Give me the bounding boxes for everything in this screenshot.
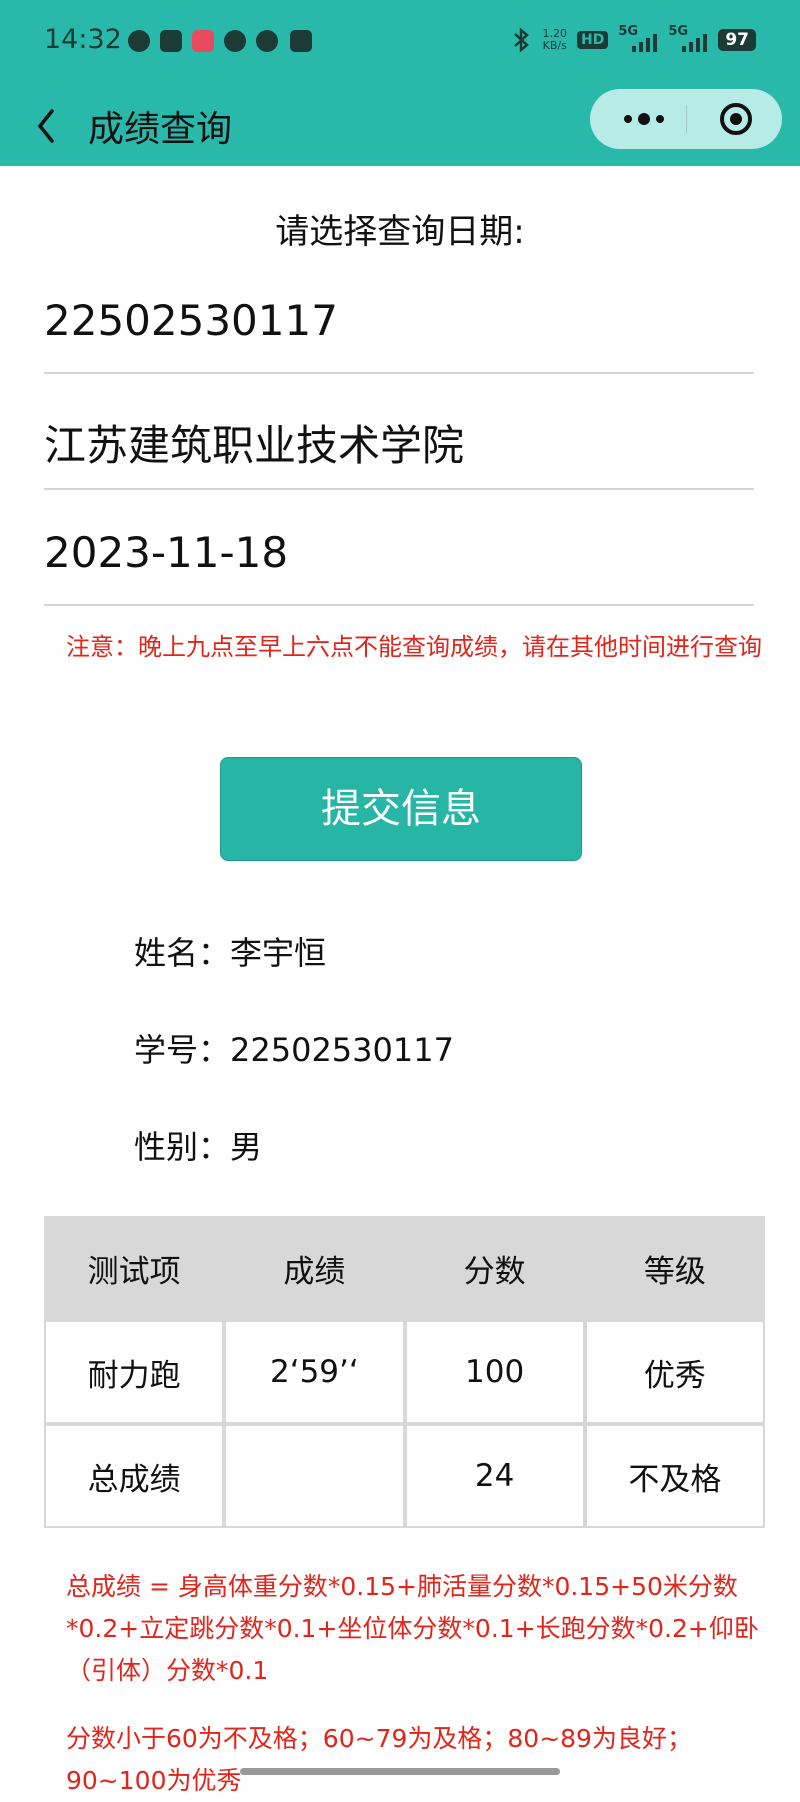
notification-app-icon	[192, 30, 214, 52]
column-header: 等级	[584, 1216, 765, 1320]
table-cell: 总成绩	[44, 1424, 225, 1528]
date-value: 2023-11-18	[44, 528, 289, 577]
signal-sim1-icon: 5G	[618, 24, 658, 54]
nav-bar: 成绩查询	[0, 86, 800, 166]
page-title: 成绩查询	[88, 109, 233, 150]
status-right-group: 1.20 KB/s HD 5G 5G 97	[512, 24, 756, 54]
query-time-notice: 注意：晚上九点至早上六点不能查询成绩，请在其他时间进行查询	[66, 633, 762, 661]
status-bar: 14:32 1.20 KB/s HD 5G 5G 97	[0, 0, 800, 86]
notification-app-icon	[160, 30, 182, 52]
student-id: 学号：22502530117	[134, 1031, 454, 1069]
table-header-row: 测试项 成绩 分数 等级	[44, 1216, 765, 1320]
network-speed-unit: KB/s	[542, 39, 567, 52]
student-id-value: 22502530117	[44, 296, 338, 345]
bluetooth-icon	[514, 27, 530, 53]
signal-sim2-icon: 5G	[668, 24, 708, 54]
date-prompt: 请选择查询日期:	[275, 212, 525, 252]
table-cell: 优秀	[584, 1320, 765, 1424]
miniapp-capsule	[590, 89, 782, 149]
hd-badge: HD	[576, 31, 609, 49]
school-field[interactable]: 江苏建筑职业技术学院	[44, 412, 754, 490]
submit-button[interactable]: 提交信息	[220, 757, 582, 861]
notification-app-icon	[224, 30, 246, 52]
column-header: 分数	[404, 1216, 585, 1320]
home-indicator[interactable]	[240, 1768, 560, 1775]
table-cell: 100	[404, 1320, 585, 1424]
back-button[interactable]	[28, 102, 68, 150]
score-table: 测试项 成绩 分数 等级 耐力跑 2‘59’‘ 100 优秀 总成绩 24 不及…	[44, 1216, 765, 1528]
network-speed: 1.20 KB/s	[542, 28, 567, 52]
column-header: 成绩	[224, 1216, 405, 1320]
table-cell	[224, 1424, 405, 1528]
more-button[interactable]	[616, 89, 672, 149]
target-icon	[720, 103, 752, 135]
table-row: 总成绩 24 不及格	[44, 1424, 765, 1528]
date-field[interactable]: 2023-11-18	[44, 528, 754, 606]
chevron-left-icon	[38, 109, 54, 143]
notification-app-icon	[128, 30, 150, 52]
battery-indicator: 97	[718, 29, 756, 51]
capsule-divider	[686, 105, 687, 133]
school-value: 江苏建筑职业技术学院	[44, 421, 465, 470]
student-name: 姓名：李宇恒	[134, 934, 327, 972]
table-cell: 2‘59’‘	[224, 1320, 405, 1424]
student-gender: 性别：男	[134, 1128, 263, 1166]
total-score-formula: 总成绩 = 身高体重分数*0.15+肺活量分数*0.15+50米分数*0.2+立…	[66, 1572, 759, 1685]
more-dots-icon	[624, 113, 664, 125]
column-header: 测试项	[44, 1216, 225, 1320]
status-time: 14:32	[44, 24, 122, 55]
table-cell: 不及格	[584, 1424, 765, 1528]
top-bar: 14:32 1.20 KB/s HD 5G 5G 97 成绩查询	[0, 0, 800, 166]
notification-app-icon	[256, 30, 278, 52]
student-id-field[interactable]: 22502530117	[44, 296, 754, 374]
table-row: 耐力跑 2‘59’‘ 100 优秀	[44, 1320, 765, 1424]
close-miniapp-button[interactable]	[718, 101, 754, 137]
table-cell: 耐力跑	[44, 1320, 225, 1424]
grade-scale: 分数小于60为不及格；60~79为及格；80~89为良好；90~100为优秀	[66, 1724, 692, 1795]
table-cell: 24	[404, 1424, 585, 1528]
notification-app-icon	[290, 30, 312, 52]
